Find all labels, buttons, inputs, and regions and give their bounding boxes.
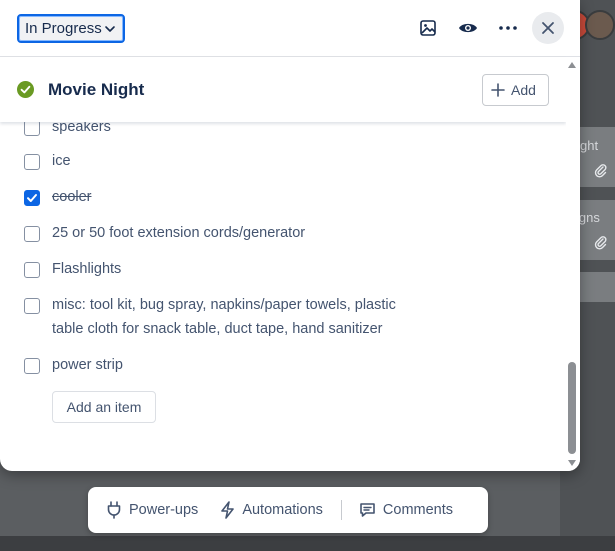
scroll-up-icon[interactable] <box>567 61 577 69</box>
check-circle-icon <box>17 81 34 98</box>
checkbox[interactable] <box>24 120 40 136</box>
paperclip-icon <box>594 236 608 253</box>
plus-icon <box>491 83 505 97</box>
checklist-title: Movie Night <box>48 80 145 99</box>
comments-label: Comments <box>382 502 454 518</box>
board-card-title: ght <box>580 138 599 153</box>
checklist-item-text[interactable]: Flashlights <box>52 257 422 281</box>
add-button[interactable]: Add <box>482 74 549 106</box>
close-button[interactable] <box>532 12 564 44</box>
modal-header: In Progress <box>0 0 580 57</box>
powerups-button[interactable]: Power-ups <box>106 501 198 519</box>
plug-icon <box>107 501 121 519</box>
status-select[interactable]: In Progress <box>17 14 125 43</box>
board-footer <box>0 536 615 551</box>
scroll-down-icon[interactable] <box>567 459 577 467</box>
checkbox[interactable] <box>24 262 40 278</box>
check-icon <box>27 194 37 202</box>
scrollbar-thumb[interactable] <box>568 362 576 454</box>
checkbox[interactable] <box>24 154 40 170</box>
checkbox[interactable] <box>24 226 40 242</box>
checklist-item: cooler <box>24 189 422 209</box>
checkbox-checked[interactable] <box>24 190 40 206</box>
avatar[interactable] <box>585 10 615 40</box>
watch-button[interactable] <box>455 15 481 41</box>
card-modal: In Progress Movie Night Add speakers ice… <box>0 0 580 471</box>
chevron-down-icon <box>105 25 115 32</box>
checklist-header: Movie Night Add <box>0 57 566 122</box>
paperclip-icon <box>594 164 608 181</box>
more-button[interactable] <box>495 15 521 41</box>
checklist-item-text[interactable]: cooler <box>52 185 422 209</box>
checklist-item: Flashlights <box>24 261 422 281</box>
more-horizontal-icon <box>499 26 517 30</box>
checklist-item-text[interactable]: 25 or 50 foot extension cords/generator <box>52 221 422 245</box>
board-toolbar: Power-ups Automations Comments <box>88 487 488 533</box>
checklist-item: ice <box>24 153 422 173</box>
checklist-item: speakers <box>24 119 422 139</box>
lightning-icon <box>221 501 235 519</box>
powerups-label: Power-ups <box>129 502 199 518</box>
eye-icon <box>459 23 477 33</box>
checkbox[interactable] <box>24 358 40 374</box>
toolbar-divider <box>340 500 342 520</box>
image-icon <box>420 20 436 36</box>
checklist-item: misc: tool kit, bug spray, napkins/paper… <box>24 297 422 341</box>
checklist-item: power strip <box>24 357 422 377</box>
checklist-item-text[interactable]: ice <box>52 149 422 173</box>
checklist-item-text[interactable]: power strip <box>52 353 422 377</box>
add-item-button[interactable]: Add an item <box>52 391 156 423</box>
cover-button[interactable] <box>415 15 441 41</box>
comments-button[interactable]: Comments <box>359 502 453 518</box>
checklist-item: 25 or 50 foot extension cords/generator <box>24 225 422 245</box>
status-label: In Progress <box>25 20 102 37</box>
comment-icon <box>360 503 375 517</box>
automations-label: Automations <box>242 502 323 518</box>
checklist-item-text[interactable]: misc: tool kit, bug spray, napkins/paper… <box>52 293 422 341</box>
add-button-label: Add <box>511 82 536 98</box>
checkbox[interactable] <box>24 298 40 314</box>
automations-button[interactable]: Automations <box>220 501 323 519</box>
close-icon <box>542 22 554 34</box>
checklist: speakers ice cooler 25 or 50 foot extens… <box>0 108 566 471</box>
